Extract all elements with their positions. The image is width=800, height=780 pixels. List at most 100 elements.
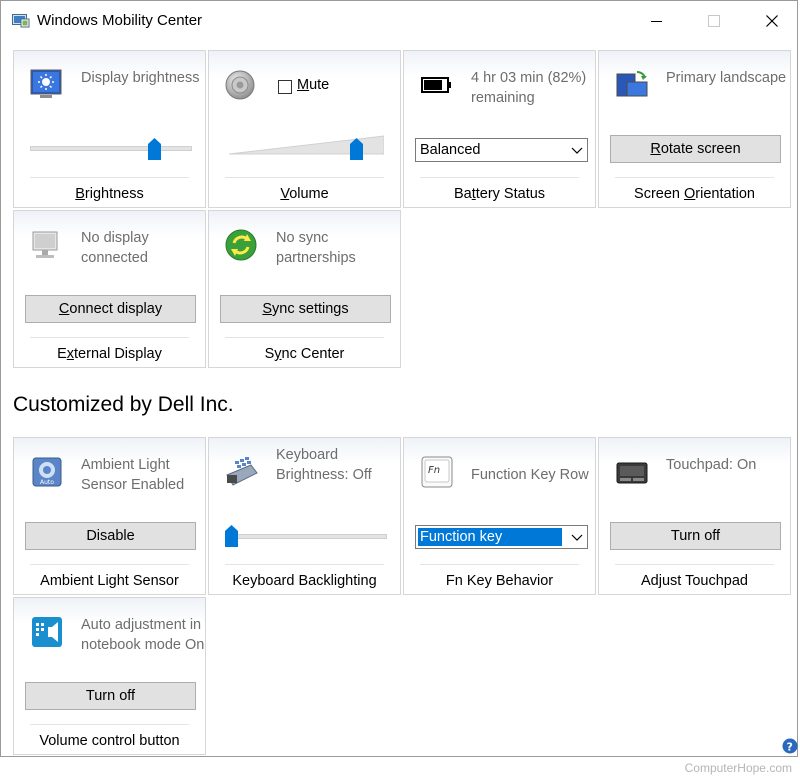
battery-caption: Battery Status bbox=[404, 186, 595, 202]
fn-key-description: Function Key Row bbox=[471, 467, 589, 483]
accelerator-letter: S bbox=[262, 301, 273, 317]
fn-key-caption: Fn Key Behavior bbox=[445, 573, 554, 589]
tile-separator bbox=[225, 564, 384, 565]
brightness-description: Display brightness bbox=[81, 70, 200, 86]
rotate-screen-label: otate screen bbox=[660, 141, 741, 157]
rotate-display-icon bbox=[616, 71, 648, 97]
orientation-caption: Screen Orientation bbox=[599, 186, 790, 202]
mute-label: Mute bbox=[297, 77, 329, 93]
minimize-icon bbox=[651, 21, 662, 22]
orientation-caption-a: Screen bbox=[634, 186, 685, 202]
ambient-light-icon: Auto bbox=[32, 457, 62, 487]
turn-off-touchpad-button[interactable]: Turn off bbox=[610, 522, 781, 550]
tile-separator bbox=[30, 724, 189, 725]
keyboard-backlight-slider-thumb[interactable] bbox=[225, 525, 238, 547]
external-display-description: No display connected bbox=[81, 230, 149, 266]
sync-caption-b: nc Center bbox=[281, 346, 345, 362]
ambient-light-caption: Ambient Light Sensor bbox=[40, 573, 179, 589]
tile-separator bbox=[615, 177, 774, 178]
tile-separator bbox=[30, 177, 189, 178]
accelerator-letter: y bbox=[274, 346, 282, 362]
tile-orientation: Primary landscape Rotate screen Screen O… bbox=[598, 50, 791, 208]
tile-external-display: No display connected Connect display Ext… bbox=[13, 210, 206, 368]
svg-text:Auto: Auto bbox=[40, 479, 54, 486]
speaker-icon bbox=[225, 70, 255, 100]
mobility-center-window: Windows Mobility Center Display brightne… bbox=[0, 0, 798, 757]
volume-button-description: Auto adjustment in notebook mode On bbox=[81, 617, 205, 653]
minimize-button[interactable] bbox=[633, 6, 679, 36]
fn-key-behavior-select[interactable]: Function key bbox=[415, 525, 588, 549]
mute-label-text: ute bbox=[309, 77, 330, 93]
accelerator-letter: C bbox=[58, 301, 70, 317]
touchpad-icon bbox=[616, 462, 648, 484]
battery-description: 4 hr 03 min (82%) remaining bbox=[471, 70, 587, 106]
touchpad-caption: Adjust Touchpad bbox=[641, 573, 748, 589]
accelerator-letter: M bbox=[297, 77, 310, 93]
fn-key-icon-text: Fn bbox=[428, 465, 440, 476]
tile-sync-center: No sync partnerships Sync settings Sync … bbox=[208, 210, 401, 368]
tile-brightness: Display brightness Brightness bbox=[13, 50, 206, 208]
accelerator-letter: B bbox=[75, 186, 85, 202]
close-icon bbox=[766, 15, 778, 27]
volume-button-icon bbox=[32, 617, 62, 647]
mute-checkbox[interactable] bbox=[278, 80, 292, 94]
keyboard-brightness-description: Keyboard Brightness: Off bbox=[276, 447, 372, 483]
external-display-caption-a: E bbox=[57, 346, 67, 362]
ambient-light-description: Ambient Light Sensor Enabled bbox=[81, 457, 185, 493]
power-plan-value: Balanced bbox=[420, 142, 481, 158]
tile-separator bbox=[225, 337, 384, 338]
orientation-caption-b: rientation bbox=[695, 186, 755, 202]
mobility-center-icon bbox=[12, 14, 30, 28]
volume-button-caption: Volume control button bbox=[39, 733, 180, 749]
fn-key-icon: Fn bbox=[421, 456, 453, 488]
connect-display-button[interactable]: Connect display bbox=[25, 295, 196, 323]
maximize-button[interactable] bbox=[691, 6, 737, 36]
close-button[interactable] bbox=[749, 6, 795, 36]
brightness-slider-thumb[interactable] bbox=[147, 138, 161, 160]
monitor-icon bbox=[32, 231, 58, 258]
accelerator-letter: x bbox=[66, 346, 75, 362]
tile-separator bbox=[420, 177, 579, 178]
brightness-icon bbox=[30, 69, 62, 98]
tile-volume: Mute Volume bbox=[208, 50, 401, 208]
tile-volume-button: Auto adjustment in notebook mode On Turn… bbox=[13, 597, 206, 755]
volume-caption: Volume bbox=[209, 186, 400, 202]
tile-separator bbox=[225, 177, 384, 178]
chevron-down-icon bbox=[571, 147, 583, 154]
rotate-screen-button[interactable]: Rotate screen bbox=[610, 135, 781, 163]
tile-battery: 4 hr 03 min (82%) remaining Balanced Bat… bbox=[403, 50, 596, 208]
tile-separator bbox=[420, 564, 579, 565]
power-plan-select[interactable]: Balanced bbox=[415, 138, 588, 162]
tile-touchpad: Touchpad: On Turn off Adjust Touchpad bbox=[598, 437, 791, 595]
maximize-icon bbox=[708, 15, 720, 27]
battery-icon bbox=[421, 77, 451, 93]
tile-keyboard-backlight: Keyboard Brightness: Off Keyboard Backli… bbox=[208, 437, 401, 595]
sync-settings-button[interactable]: Sync settings bbox=[220, 295, 391, 323]
title-bar: Windows Mobility Center bbox=[1, 1, 797, 41]
brightness-caption: Brightness bbox=[14, 186, 205, 202]
fn-key-behavior-value: Function key bbox=[418, 528, 562, 546]
accelerator-letter: V bbox=[280, 186, 290, 202]
sync-description: No sync partnerships bbox=[276, 230, 356, 266]
turn-off-volume-button[interactable]: Turn off bbox=[25, 682, 196, 710]
disable-ambient-light-button[interactable]: Disable bbox=[25, 522, 196, 550]
connect-display-label: onnect display bbox=[69, 301, 163, 317]
accelerator-letter: R bbox=[650, 141, 661, 157]
tile-separator bbox=[615, 564, 774, 565]
keyboard-backlight-slider-track[interactable] bbox=[225, 534, 387, 539]
keyboard-icon bbox=[226, 457, 258, 486]
tile-ambient-light: Auto Ambient Light Sensor Enabled Disabl… bbox=[13, 437, 206, 595]
volume-caption-text: olume bbox=[289, 186, 329, 202]
orientation-description: Primary landscape bbox=[666, 70, 787, 86]
external-display-caption-b: ternal Display bbox=[74, 346, 162, 362]
sync-caption-a: S bbox=[264, 346, 275, 362]
sync-caption: Sync Center bbox=[209, 346, 400, 362]
sync-icon bbox=[225, 229, 257, 261]
tile-fn-key: Fn Function Key Row Function key Fn Key … bbox=[403, 437, 596, 595]
volume-slider-thumb[interactable] bbox=[349, 138, 363, 160]
brightness-slider-track[interactable] bbox=[30, 146, 192, 151]
touchpad-description: Touchpad: On bbox=[666, 457, 757, 473]
help-icon[interactable]: ? bbox=[782, 738, 798, 754]
window-title: Windows Mobility Center bbox=[37, 12, 203, 29]
battery-caption-a: Ba bbox=[453, 186, 472, 202]
